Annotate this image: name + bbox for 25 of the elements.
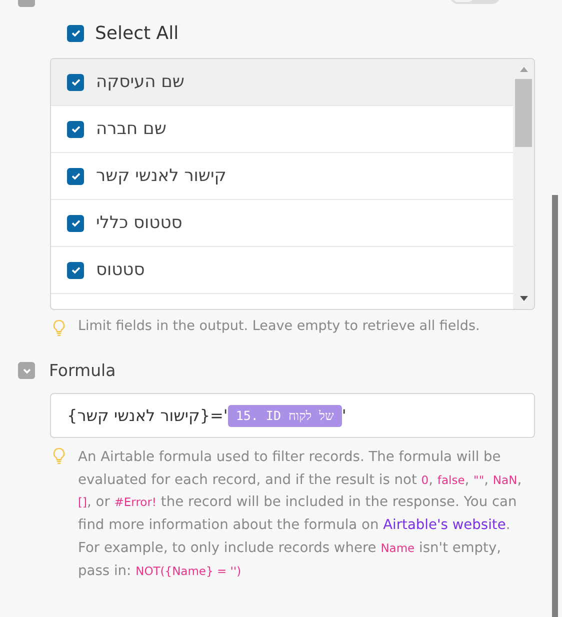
check-icon [70,27,82,39]
formula-input[interactable]: {קישור לאנשי קשר}=' 15. ID של לקוח ' [50,393,535,438]
check-icon [70,264,82,276]
checkbox[interactable] [67,24,84,42]
lightbulb-icon [52,447,66,465]
section-title: Formula [49,361,116,380]
scrollbar[interactable] [513,59,534,309]
select-all-label: Select All [95,22,179,44]
website-link[interactable]: Airtable's website [383,517,506,534]
checkbox[interactable] [67,168,84,184]
checkbox[interactable] [67,74,84,90]
hint-text: Limit fields in the output. Leave empty to retrieve all fields. [78,318,480,336]
formula-description: An Airtable formula used to filter records. The formula will be evaluated for each record, and if the result is not 0, false, "", NaN, [], or #Error! the record will be included in the response. You can find more information about the formula on Airtable's website. For example, to only include records where Name isn't empty, pass in: NOT({Name} = '') [78,448,523,581]
lightbulb-icon [52,319,66,337]
checkbox[interactable] [67,214,84,232]
field-list-item[interactable]: שם העיסקה [51,59,513,106]
scroll-down-icon[interactable] [518,296,528,302]
check-icon [70,170,82,182]
check-icon [70,217,82,229]
checkbox[interactable] [67,262,84,278]
checkbox[interactable] [67,120,84,138]
check-icon [70,76,82,88]
check-icon [70,123,82,135]
scrollbar-thumb[interactable] [515,79,532,147]
scrollbar[interactable] [552,195,558,617]
